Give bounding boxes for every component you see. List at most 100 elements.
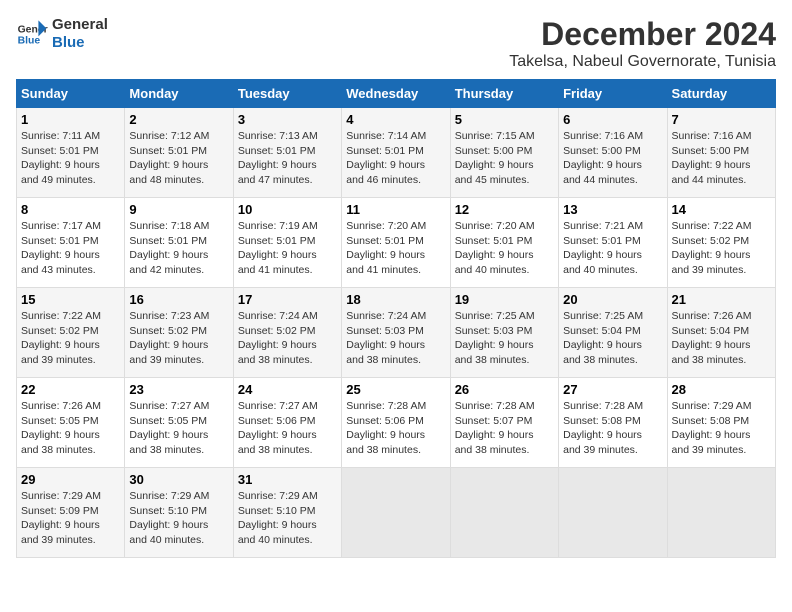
calendar-cell: 31 Sunrise: 7:29 AMSunset: 5:10 PMDayligh… <box>233 468 341 558</box>
calendar-cell: 5 Sunrise: 7:15 AMSunset: 5:00 PMDaylight… <box>450 108 558 198</box>
calendar-cell: 4Sunrise: 7:14 AMSunset: 5:01 PMDaylight… <box>342 108 450 198</box>
calendar-cell: 3Sunrise: 7:13 AMSunset: 5:01 PMDaylight… <box>233 108 341 198</box>
calendar-cell: 22Sunrise: 7:26 AMSunset: 5:05 PMDayligh… <box>17 378 125 468</box>
calendar-cell: 14 Sunrise: 7:22 AMSunset: 5:02 PMDayligh… <box>667 198 775 288</box>
day-info: Sunrise: 7:22 AMSunset: 5:02 PMDaylight:… <box>21 309 120 368</box>
day-info: Sunrise: 7:27 AMSunset: 5:05 PMDaylight:… <box>129 399 228 458</box>
day-number: 14 <box>672 202 771 217</box>
calendar-cell: 16 Sunrise: 7:23 AMSunset: 5:02 PMDayligh… <box>125 288 233 378</box>
calendar-week-2: 8 Sunrise: 7:17 AMSunset: 5:01 PMDaylight… <box>17 198 776 288</box>
day-header-tuesday: Tuesday <box>233 80 341 108</box>
day-number: 20 <box>563 292 662 307</box>
logo-line2: Blue <box>52 34 108 52</box>
day-info: Sunrise: 7:20 AMSunset: 5:01 PMDaylight:… <box>455 219 554 278</box>
day-info: Sunrise: 7:28 AMSunset: 5:06 PMDaylight:… <box>346 399 445 458</box>
sub-title: Takelsa, Nabeul Governorate, Tunisia <box>509 53 776 71</box>
calendar-cell: 6 Sunrise: 7:16 AMSunset: 5:00 PMDaylight… <box>559 108 667 198</box>
day-info: Sunrise: 7:25 AMSunset: 5:03 PMDaylight:… <box>455 309 554 368</box>
day-number: 7 <box>672 112 771 127</box>
header-row: SundayMondayTuesdayWednesdayThursdayFrid… <box>17 80 776 108</box>
day-header-thursday: Thursday <box>450 80 558 108</box>
calendar-cell: 2Sunrise: 7:12 AMSunset: 5:01 PMDaylight… <box>125 108 233 198</box>
day-info: Sunrise: 7:13 AMSunset: 5:01 PMDaylight:… <box>238 129 337 188</box>
day-number: 17 <box>238 292 337 307</box>
calendar-cell: 12Sunrise: 7:20 AMSunset: 5:01 PMDayligh… <box>450 198 558 288</box>
day-info: Sunrise: 7:23 AMSunset: 5:02 PMDaylight:… <box>129 309 228 368</box>
day-info: Sunrise: 7:29 AMSunset: 5:08 PMDaylight:… <box>672 399 771 458</box>
calendar-cell <box>559 468 667 558</box>
day-number: 5 <box>455 112 554 127</box>
calendar-cell: 21 Sunrise: 7:26 AMSunset: 5:04 PMDayligh… <box>667 288 775 378</box>
day-number: 26 <box>455 382 554 397</box>
calendar-cell <box>342 468 450 558</box>
day-number: 13 <box>563 202 662 217</box>
day-info: Sunrise: 7:15 AMSunset: 5:00 PMDaylight:… <box>455 129 554 188</box>
day-info: Sunrise: 7:14 AMSunset: 5:01 PMDaylight:… <box>346 129 445 188</box>
calendar-cell: 9Sunrise: 7:18 AMSunset: 5:01 PMDaylight… <box>125 198 233 288</box>
calendar-cell: 18Sunrise: 7:24 AMSunset: 5:03 PMDayligh… <box>342 288 450 378</box>
calendar-cell: 20 Sunrise: 7:25 AMSunset: 5:04 PMDayligh… <box>559 288 667 378</box>
logo-icon: General Blue <box>16 18 48 50</box>
title-block: December 2024 Takelsa, Nabeul Governorat… <box>509 16 776 71</box>
day-header-friday: Friday <box>559 80 667 108</box>
day-number: 10 <box>238 202 337 217</box>
day-info: Sunrise: 7:25 AMSunset: 5:04 PMDaylight:… <box>563 309 662 368</box>
day-number: 25 <box>346 382 445 397</box>
day-number: 27 <box>563 382 662 397</box>
day-info: Sunrise: 7:16 AMSunset: 5:00 PMDaylight:… <box>672 129 771 188</box>
calendar-week-3: 15 Sunrise: 7:22 AMSunset: 5:02 PMDayligh… <box>17 288 776 378</box>
day-number: 28 <box>672 382 771 397</box>
day-info: Sunrise: 7:18 AMSunset: 5:01 PMDaylight:… <box>129 219 228 278</box>
day-info: Sunrise: 7:29 AMSunset: 5:10 PMDaylight:… <box>129 489 228 548</box>
day-number: 23 <box>129 382 228 397</box>
calendar-cell: 30 Sunrise: 7:29 AMSunset: 5:10 PMDayligh… <box>125 468 233 558</box>
calendar-cell: 1 Sunrise: 7:11 AMSunset: 5:01 PMDaylight… <box>17 108 125 198</box>
calendar-week-4: 22Sunrise: 7:26 AMSunset: 5:05 PMDayligh… <box>17 378 776 468</box>
day-header-saturday: Saturday <box>667 80 775 108</box>
day-info: Sunrise: 7:22 AMSunset: 5:02 PMDaylight:… <box>672 219 771 278</box>
day-header-monday: Monday <box>125 80 233 108</box>
day-number: 6 <box>563 112 662 127</box>
day-info: Sunrise: 7:20 AMSunset: 5:01 PMDaylight:… <box>346 219 445 278</box>
logo: General Blue General Blue <box>16 16 108 52</box>
day-info: Sunrise: 7:28 AMSunset: 5:07 PMDaylight:… <box>455 399 554 458</box>
calendar-cell: 27 Sunrise: 7:28 AMSunset: 5:08 PMDayligh… <box>559 378 667 468</box>
day-number: 15 <box>21 292 120 307</box>
day-header-sunday: Sunday <box>17 80 125 108</box>
calendar-table: SundayMondayTuesdayWednesdayThursdayFrid… <box>16 79 776 558</box>
day-number: 11 <box>346 202 445 217</box>
day-info: Sunrise: 7:29 AMSunset: 5:09 PMDaylight:… <box>21 489 120 548</box>
day-info: Sunrise: 7:21 AMSunset: 5:01 PMDaylight:… <box>563 219 662 278</box>
calendar-cell: 10 Sunrise: 7:19 AMSunset: 5:01 PMDayligh… <box>233 198 341 288</box>
day-number: 24 <box>238 382 337 397</box>
day-number: 21 <box>672 292 771 307</box>
calendar-cell: 25 Sunrise: 7:28 AMSunset: 5:06 PMDayligh… <box>342 378 450 468</box>
day-number: 1 <box>21 112 120 127</box>
day-info: Sunrise: 7:29 AMSunset: 5:10 PMDaylight:… <box>238 489 337 548</box>
calendar-week-1: 1 Sunrise: 7:11 AMSunset: 5:01 PMDaylight… <box>17 108 776 198</box>
day-number: 18 <box>346 292 445 307</box>
calendar-week-5: 29Sunrise: 7:29 AMSunset: 5:09 PMDayligh… <box>17 468 776 558</box>
day-info: Sunrise: 7:28 AMSunset: 5:08 PMDaylight:… <box>563 399 662 458</box>
day-number: 8 <box>21 202 120 217</box>
day-number: 30 <box>129 472 228 487</box>
day-info: Sunrise: 7:27 AMSunset: 5:06 PMDaylight:… <box>238 399 337 458</box>
day-number: 16 <box>129 292 228 307</box>
day-number: 31 <box>238 472 337 487</box>
day-info: Sunrise: 7:26 AMSunset: 5:04 PMDaylight:… <box>672 309 771 368</box>
calendar-cell: 23 Sunrise: 7:27 AMSunset: 5:05 PMDayligh… <box>125 378 233 468</box>
logo-line1: General <box>52 16 108 34</box>
day-number: 22 <box>21 382 120 397</box>
calendar-cell: 8 Sunrise: 7:17 AMSunset: 5:01 PMDaylight… <box>17 198 125 288</box>
calendar-cell: 15 Sunrise: 7:22 AMSunset: 5:02 PMDayligh… <box>17 288 125 378</box>
day-info: Sunrise: 7:19 AMSunset: 5:01 PMDaylight:… <box>238 219 337 278</box>
day-info: Sunrise: 7:16 AMSunset: 5:00 PMDaylight:… <box>563 129 662 188</box>
calendar-cell: 28 Sunrise: 7:29 AMSunset: 5:08 PMDayligh… <box>667 378 775 468</box>
svg-text:Blue: Blue <box>18 36 41 47</box>
calendar-cell: 19Sunrise: 7:25 AMSunset: 5:03 PMDayligh… <box>450 288 558 378</box>
day-info: Sunrise: 7:17 AMSunset: 5:01 PMDaylight:… <box>21 219 120 278</box>
calendar-cell: 17Sunrise: 7:24 AMSunset: 5:02 PMDayligh… <box>233 288 341 378</box>
calendar-cell: 24 Sunrise: 7:27 AMSunset: 5:06 PMDayligh… <box>233 378 341 468</box>
page-header: General Blue General Blue December 2024 … <box>16 16 776 71</box>
day-info: Sunrise: 7:11 AMSunset: 5:01 PMDaylight:… <box>21 129 120 188</box>
